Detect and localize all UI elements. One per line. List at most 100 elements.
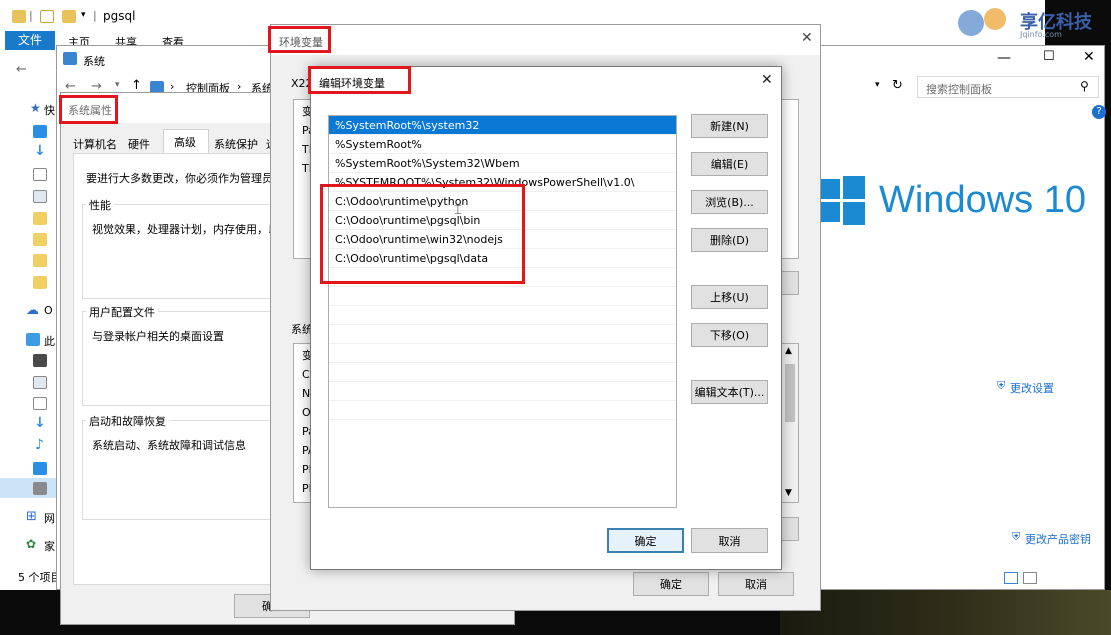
refresh-icon[interactable]: ↻: [892, 78, 903, 93]
scrollbar-thumb[interactable]: [785, 364, 795, 422]
empty-path-row[interactable]: [329, 344, 676, 363]
performance-label: 性能: [86, 197, 114, 213]
system-vars-scrollbar[interactable]: ▲ ▼: [782, 344, 798, 502]
nav-pane: ★ 快 ↓ ☁ O 此 ↓ ♪ ⊞ 网 ✿ 家: [0, 95, 60, 575]
search-input[interactable]: 搜索控制面板: [926, 81, 992, 97]
music-icon[interactable]: ♪: [35, 437, 44, 453]
status-bar-count: 5 个项目: [18, 571, 62, 584]
edit-env-cancel-button[interactable]: 取消: [691, 528, 768, 553]
move-up-button[interactable]: 上移(U): [691, 285, 768, 309]
downloads-icon[interactable]: ↓: [34, 143, 46, 159]
edit-env-ok-button[interactable]: 确定: [607, 528, 684, 553]
up-arrow-icon[interactable]: ↑: [131, 78, 142, 93]
network-icon[interactable]: ⊞: [26, 509, 37, 524]
env-title-highlight: [268, 26, 331, 53]
env-titlebar: 环境变量 ✕: [271, 25, 820, 55]
pictures-icon[interactable]: [33, 190, 47, 203]
watermark-logo: [984, 8, 1006, 30]
folder-icon[interactable]: [33, 276, 47, 289]
close-icon[interactable]: ✕: [1083, 49, 1095, 65]
env-ok-button[interactable]: 确定: [633, 572, 709, 596]
nav-item-quick-access[interactable]: 快: [44, 102, 55, 118]
edit-button[interactable]: 编辑(E): [691, 152, 768, 176]
windows-brand-text: Windows 10: [879, 179, 1086, 221]
empty-path-row[interactable]: [329, 363, 676, 382]
empty-path-row[interactable]: [329, 382, 676, 401]
this-pc-icon[interactable]: [26, 333, 40, 346]
drive-icon[interactable]: [33, 482, 47, 495]
homegroup-icon[interactable]: ✿: [26, 537, 36, 551]
scroll-down-icon[interactable]: ▼: [785, 488, 792, 498]
scroll-up-icon[interactable]: ▲: [785, 346, 792, 356]
desktop-background: [780, 590, 1111, 635]
new-button[interactable]: 新建(N): [691, 114, 768, 138]
view-toggle-icon[interactable]: [1004, 572, 1018, 584]
empty-path-row[interactable]: [329, 325, 676, 344]
browse-button[interactable]: 浏览(B)...: [691, 190, 768, 214]
downloads-icon[interactable]: ↓: [34, 415, 46, 431]
folder-icon: [12, 10, 26, 23]
cp-search-box[interactable]: 搜索控制面板 ⚲: [917, 76, 1099, 98]
folder-icon[interactable]: [33, 233, 47, 246]
nav-item-local-disk-selected[interactable]: [0, 478, 60, 498]
onedrive-icon[interactable]: ☁: [26, 303, 39, 318]
documents-icon[interactable]: [33, 397, 47, 410]
new-folder-icon[interactable]: [62, 10, 76, 23]
empty-path-row[interactable]: [329, 287, 676, 306]
change-product-key-link[interactable]: 更改产品密钥: [1025, 531, 1091, 547]
startup-recovery-label: 启动和故障恢复: [86, 413, 169, 429]
path-list[interactable]: %SystemRoot%\system32 %SystemRoot% %Syst…: [328, 115, 677, 508]
path-entry[interactable]: %SystemRoot%\System32\Wbem: [329, 154, 676, 173]
empty-path-row[interactable]: [329, 401, 676, 420]
search-icon[interactable]: ⚲: [1080, 79, 1089, 93]
properties-icon[interactable]: [40, 10, 54, 23]
folder-icon[interactable]: [33, 212, 47, 225]
folder-icon[interactable]: [33, 254, 47, 267]
documents-icon[interactable]: [33, 168, 47, 181]
delete-button[interactable]: 删除(D): [691, 228, 768, 252]
nav-item-network[interactable]: 网: [44, 510, 55, 526]
user-profiles-desc: 与登录帐户相关的桌面设置: [92, 330, 224, 343]
tab-hardware[interactable]: 硬件: [128, 136, 150, 152]
watermark: 享亿科技 Jqinfo.com: [958, 6, 1108, 40]
edit-env-title-highlight: [308, 66, 411, 94]
explorer-title: pgsql: [103, 9, 136, 23]
change-settings-link[interactable]: 更改设置: [1010, 380, 1054, 396]
nav-item-this-pc[interactable]: 此: [44, 333, 55, 349]
ribbon-tab-file[interactable]: 文件: [5, 31, 55, 50]
sysprop-title-highlight: [59, 95, 118, 124]
back-arrow-icon[interactable]: ←: [16, 62, 27, 77]
empty-path-row[interactable]: [329, 306, 676, 325]
qat-dropdown-icon[interactable]: ▾: [81, 10, 86, 20]
help-icon[interactable]: ?: [1092, 105, 1106, 119]
path-entry[interactable]: %SystemRoot%: [329, 135, 676, 154]
title-separator: |: [93, 9, 97, 22]
desktop-icon[interactable]: [33, 462, 47, 475]
videos-icon[interactable]: [33, 354, 47, 367]
close-icon[interactable]: ✕: [801, 30, 813, 46]
edit-text-button[interactable]: 编辑文本(T)...: [691, 380, 768, 404]
recent-dropdown-icon[interactable]: ▾: [115, 80, 120, 90]
uac-shield-icon: ⛨: [1012, 530, 1021, 543]
minimize-icon[interactable]: —: [997, 50, 1011, 66]
move-down-button[interactable]: 下移(O): [691, 323, 768, 347]
nav-item-homegroup[interactable]: 家: [44, 538, 55, 554]
cp-window-title: 系统: [83, 55, 105, 68]
user-profiles-label: 用户配置文件: [86, 304, 158, 320]
qat-separator: |: [29, 9, 33, 22]
quick-access-star-icon[interactable]: ★: [30, 101, 41, 115]
close-icon[interactable]: ✕: [761, 72, 773, 88]
nav-item-onedrive[interactable]: O: [44, 304, 53, 317]
tab-computer-name[interactable]: 计算机名: [73, 136, 117, 152]
pictures-icon[interactable]: [33, 376, 47, 389]
tab-advanced[interactable]: 高级: [174, 134, 196, 150]
env-cancel-button[interactable]: 取消: [718, 572, 794, 596]
maximize-icon[interactable]: ☐: [1043, 49, 1055, 64]
tab-system-protection[interactable]: 系统保护: [214, 136, 258, 152]
path-entry[interactable]: %SystemRoot%\system32: [329, 116, 676, 135]
edit-env-dialog: 编辑环境变量 ✕ %SystemRoot%\system32 %SystemRo…: [310, 66, 782, 570]
address-dropdown-icon[interactable]: ▾: [875, 80, 880, 90]
startup-recovery-desc: 系统启动、系统故障和调试信息: [92, 439, 246, 452]
desktop-icon[interactable]: [33, 125, 47, 138]
view-toggle-icon[interactable]: [1023, 572, 1037, 584]
